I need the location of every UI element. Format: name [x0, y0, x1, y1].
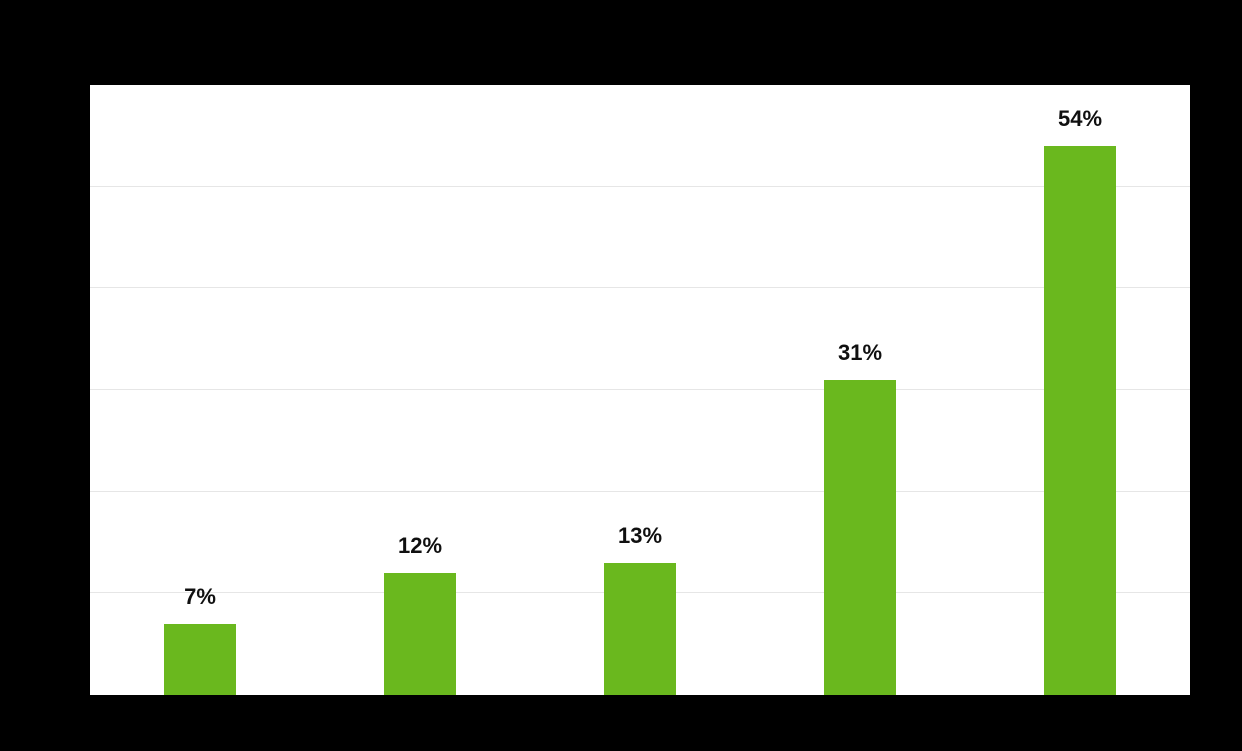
bar — [824, 380, 896, 695]
bar-slot: 31% — [750, 85, 970, 695]
bar — [164, 624, 236, 695]
bar-slot: 13% — [530, 85, 750, 695]
bar-value-label: 12% — [398, 533, 442, 559]
bar — [1044, 146, 1116, 695]
bars-group: 7% 12% 13% 31% 54% — [90, 85, 1190, 695]
bar-slot: 7% — [90, 85, 310, 695]
bar-value-label: 13% — [618, 523, 662, 549]
chart-container: 7% 12% 13% 31% 54% — [90, 85, 1190, 695]
bar — [384, 573, 456, 695]
bar-value-label: 7% — [184, 584, 216, 610]
plot-area: 7% 12% 13% 31% 54% — [90, 85, 1190, 695]
bar-slot: 12% — [310, 85, 530, 695]
bar-slot: 54% — [970, 85, 1190, 695]
bar-value-label: 31% — [838, 340, 882, 366]
bar — [604, 563, 676, 695]
bar-value-label: 54% — [1058, 106, 1102, 132]
